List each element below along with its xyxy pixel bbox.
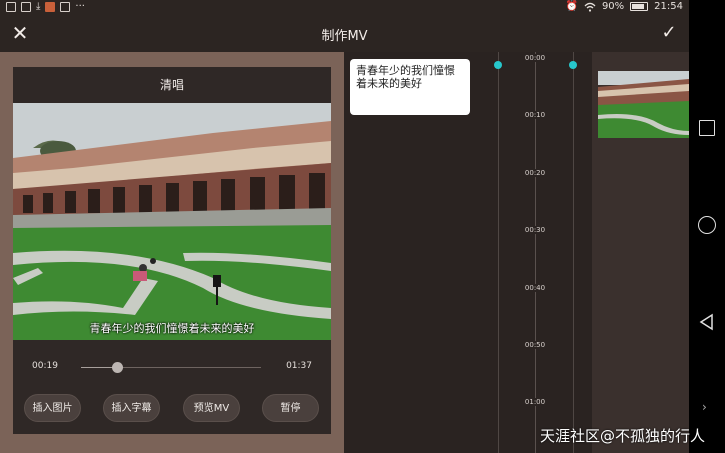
status-bar: ⤓ ··· ⏰ 90% 21:54 <box>0 0 689 15</box>
home-icon[interactable] <box>698 216 716 234</box>
image-track <box>592 52 689 453</box>
mode-label: 清唱 <box>159 78 184 92</box>
navigation-bar: › <box>689 0 725 453</box>
timeline[interactable]: 00:00 00:10 00:20 00:30 00:40 00:50 01:00 <box>494 52 592 453</box>
action-buttons: 插入图片 插入字幕 预览MV 暂停 <box>13 394 331 422</box>
timeline-tick-label: 01:00 <box>524 398 546 407</box>
download-icon: ⤓ <box>36 1 41 12</box>
subtitle-card[interactable]: 青春年少的我们憧憬着未来的美好 <box>350 59 470 115</box>
range-end-handle[interactable] <box>569 61 577 69</box>
back-icon[interactable] <box>697 312 717 332</box>
timeline-tick-label: 00:50 <box>524 341 546 349</box>
pause-button[interactable]: 暂停 <box>262 394 319 422</box>
alarm-icon: ⏰ <box>565 1 578 12</box>
timeline-tick-label: 00:10 <box>524 111 546 120</box>
timeline-tick-label: 00:30 <box>524 226 546 235</box>
insert-subtitle-button[interactable]: 插入字幕 <box>103 394 160 422</box>
mail-icon <box>21 2 31 12</box>
player-card: 清唱 青春年少的我们憧憬着未来的美好 00:19 01:37 插入图片 插入字幕… <box>13 67 331 434</box>
app-icon <box>60 2 71 12</box>
playback-controls: 00:19 01:37 <box>13 357 331 377</box>
preview-mv-button[interactable]: 预览MV <box>183 394 240 422</box>
battery-icon <box>630 2 649 11</box>
insert-image-button[interactable]: 插入图片 <box>24 394 81 422</box>
timeline-tick-label: 00:20 <box>524 168 546 177</box>
timeline-range-end <box>573 52 574 453</box>
timeline-tick-label: 00:00 <box>524 54 546 62</box>
subtitle-list: 青春年少的我们憧憬着未来的美好 <box>344 52 498 453</box>
recent-apps-icon[interactable] <box>699 120 715 136</box>
timeline-tick-label: 00:40 <box>524 283 546 292</box>
battery-percent: 90% <box>601 1 625 12</box>
seek-thumb[interactable] <box>112 362 123 373</box>
image-thumbnail[interactable] <box>598 71 689 138</box>
clock: 21:54 <box>654 1 683 12</box>
range-start-handle[interactable] <box>494 61 502 69</box>
editor-panel: 清唱 青春年少的我们憧憬着未来的美好 00:19 01:37 插入图片 插入字幕… <box>0 52 344 453</box>
subtitle-overlay: 青春年少的我们憧憬着未来的美好 <box>89 322 255 335</box>
current-time: 00:19 <box>32 361 58 371</box>
page-title: 制作MV <box>321 29 368 44</box>
gallery-icon <box>6 2 16 12</box>
video-preview[interactable]: 青春年少的我们憧憬着未来的美好 <box>13 103 331 340</box>
thumbnail-image <box>598 71 689 138</box>
more-icon: ··· <box>75 1 85 12</box>
watermark: 天涯社区@不孤独的行人 <box>540 427 706 445</box>
title-bar: ✕ 制作MV ✓ <box>0 15 689 52</box>
seek-bar[interactable] <box>81 362 261 373</box>
wifi-icon <box>584 2 596 12</box>
notification-icons: ⤓ ··· <box>6 2 85 12</box>
check-icon[interactable]: ✓ <box>659 23 679 43</box>
system-icons: ⏰ 90% 21:54 <box>565 1 683 12</box>
chevron-right-icon[interactable]: › <box>702 400 707 414</box>
total-time: 01:37 <box>286 361 312 371</box>
video-image <box>13 103 331 340</box>
timeline-range-start <box>498 52 499 453</box>
app-icon <box>45 2 56 12</box>
